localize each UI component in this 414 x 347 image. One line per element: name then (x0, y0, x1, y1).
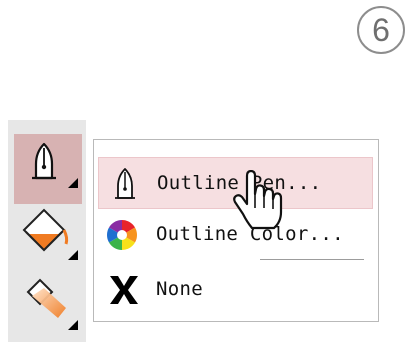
screenshot-stage: 6 Outline Pen... Outline Color... None (0, 0, 414, 347)
interactive-fill-tool-button[interactable] (14, 270, 82, 340)
gradient-bucket-icon (26, 278, 78, 330)
x-icon (110, 276, 138, 304)
paint-bucket-icon (22, 208, 78, 260)
menu-item-none[interactable]: None (98, 264, 373, 316)
hand-pointer-icon (233, 170, 283, 230)
menu-item-label: None (156, 278, 203, 300)
fill-tool-button[interactable] (14, 204, 82, 274)
menu-separator (260, 259, 364, 260)
outline-tool-button[interactable] (14, 134, 82, 204)
step-number-badge: 6 (357, 6, 405, 54)
pen-nib-icon (115, 168, 135, 199)
pen-nib-icon (32, 142, 78, 188)
color-wheel-icon (106, 220, 138, 250)
toolbox-panel (8, 120, 86, 342)
